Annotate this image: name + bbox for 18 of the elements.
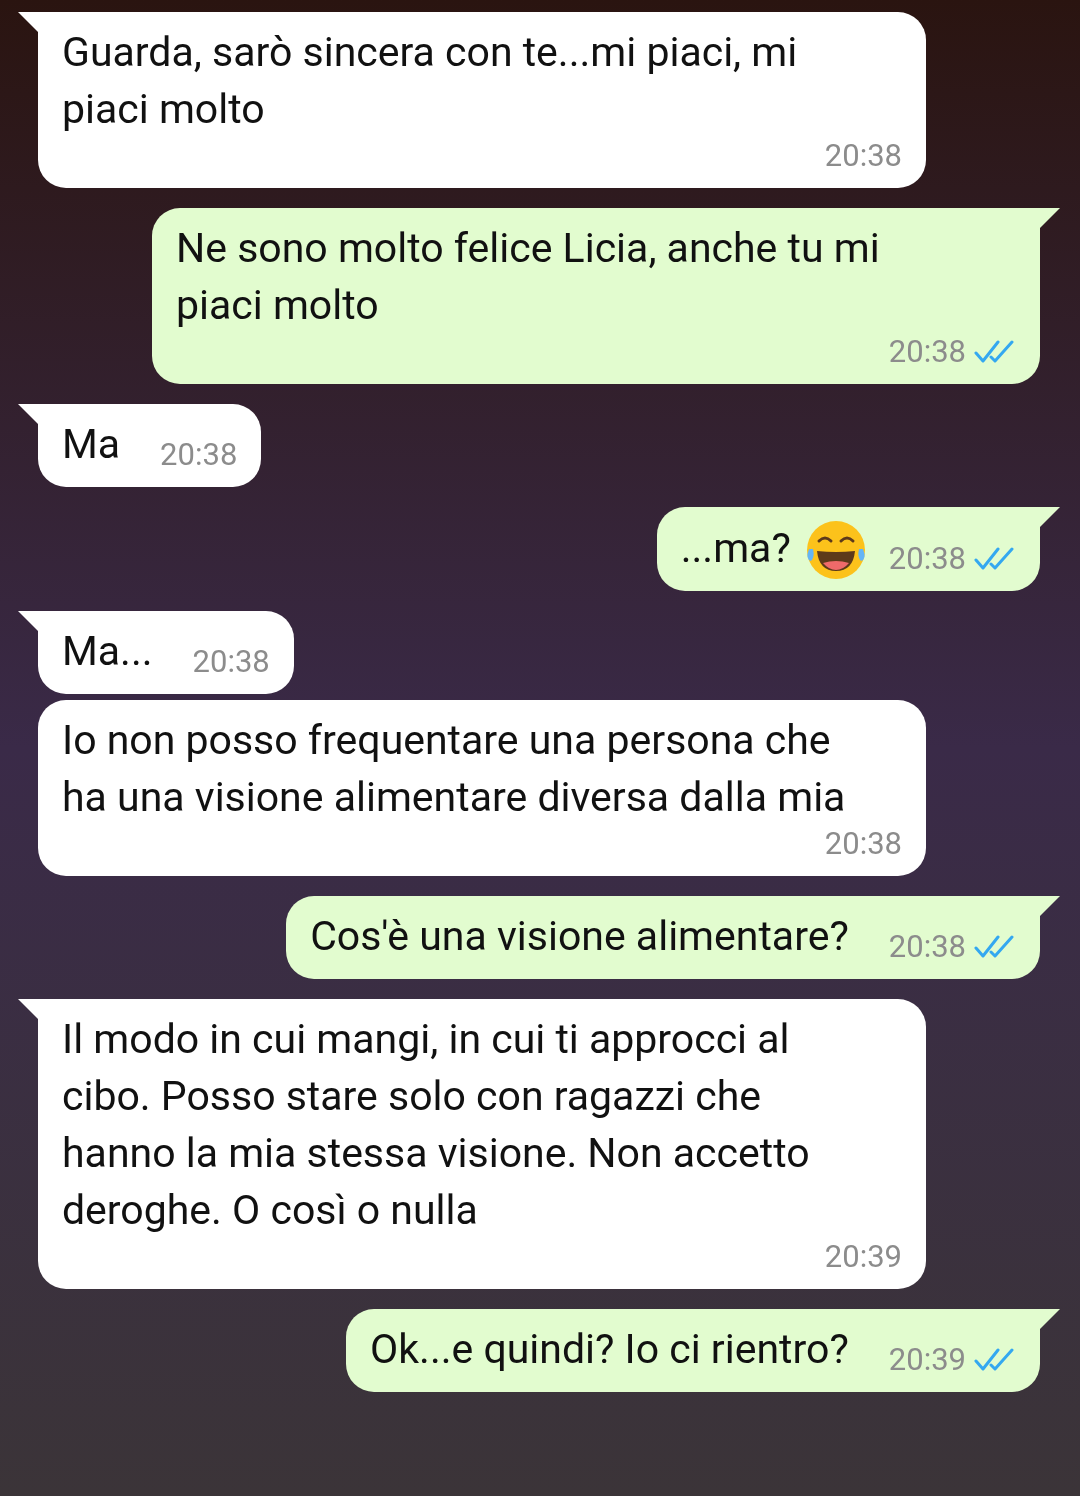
message-time: 20:38 [824, 138, 902, 174]
message-time: 20:38 [160, 437, 238, 473]
message-text: Io non posso frequentare una persona che ha una visione alimentare diversa dalla mia [62, 715, 847, 823]
message-time: 20:39 [824, 1239, 902, 1275]
message-text: ...ma? [680, 523, 791, 574]
message-time: 20:38 [888, 929, 966, 965]
message-time: 20:39 [888, 1342, 966, 1378]
message-time: 20:38 [888, 334, 966, 370]
message-time: 20:38 [192, 644, 270, 680]
message-text: Ne sono molto felice Licia, anche tu mi piaci molto [176, 223, 881, 331]
message-text: Ok...e quindi? Io ci rientro? [370, 1324, 849, 1375]
message-text: Il modo in cui mangi, in cui ti approcci al cibo. Posso stare solo con ragazzi che hanno la mia stessa visione. Non accetto deroghe. O così o nulla [62, 1014, 811, 1236]
message-time: 20:38 [824, 826, 902, 862]
message-text: Ma... [62, 626, 153, 677]
message-time: 20:38 [888, 541, 966, 577]
message-text: Guarda, sarò sincera con te...mi piaci, mi piaci molto [62, 27, 799, 135]
message-text: Cos'è una visione alimentare? [310, 911, 849, 962]
message-text: Ma [62, 419, 121, 470]
